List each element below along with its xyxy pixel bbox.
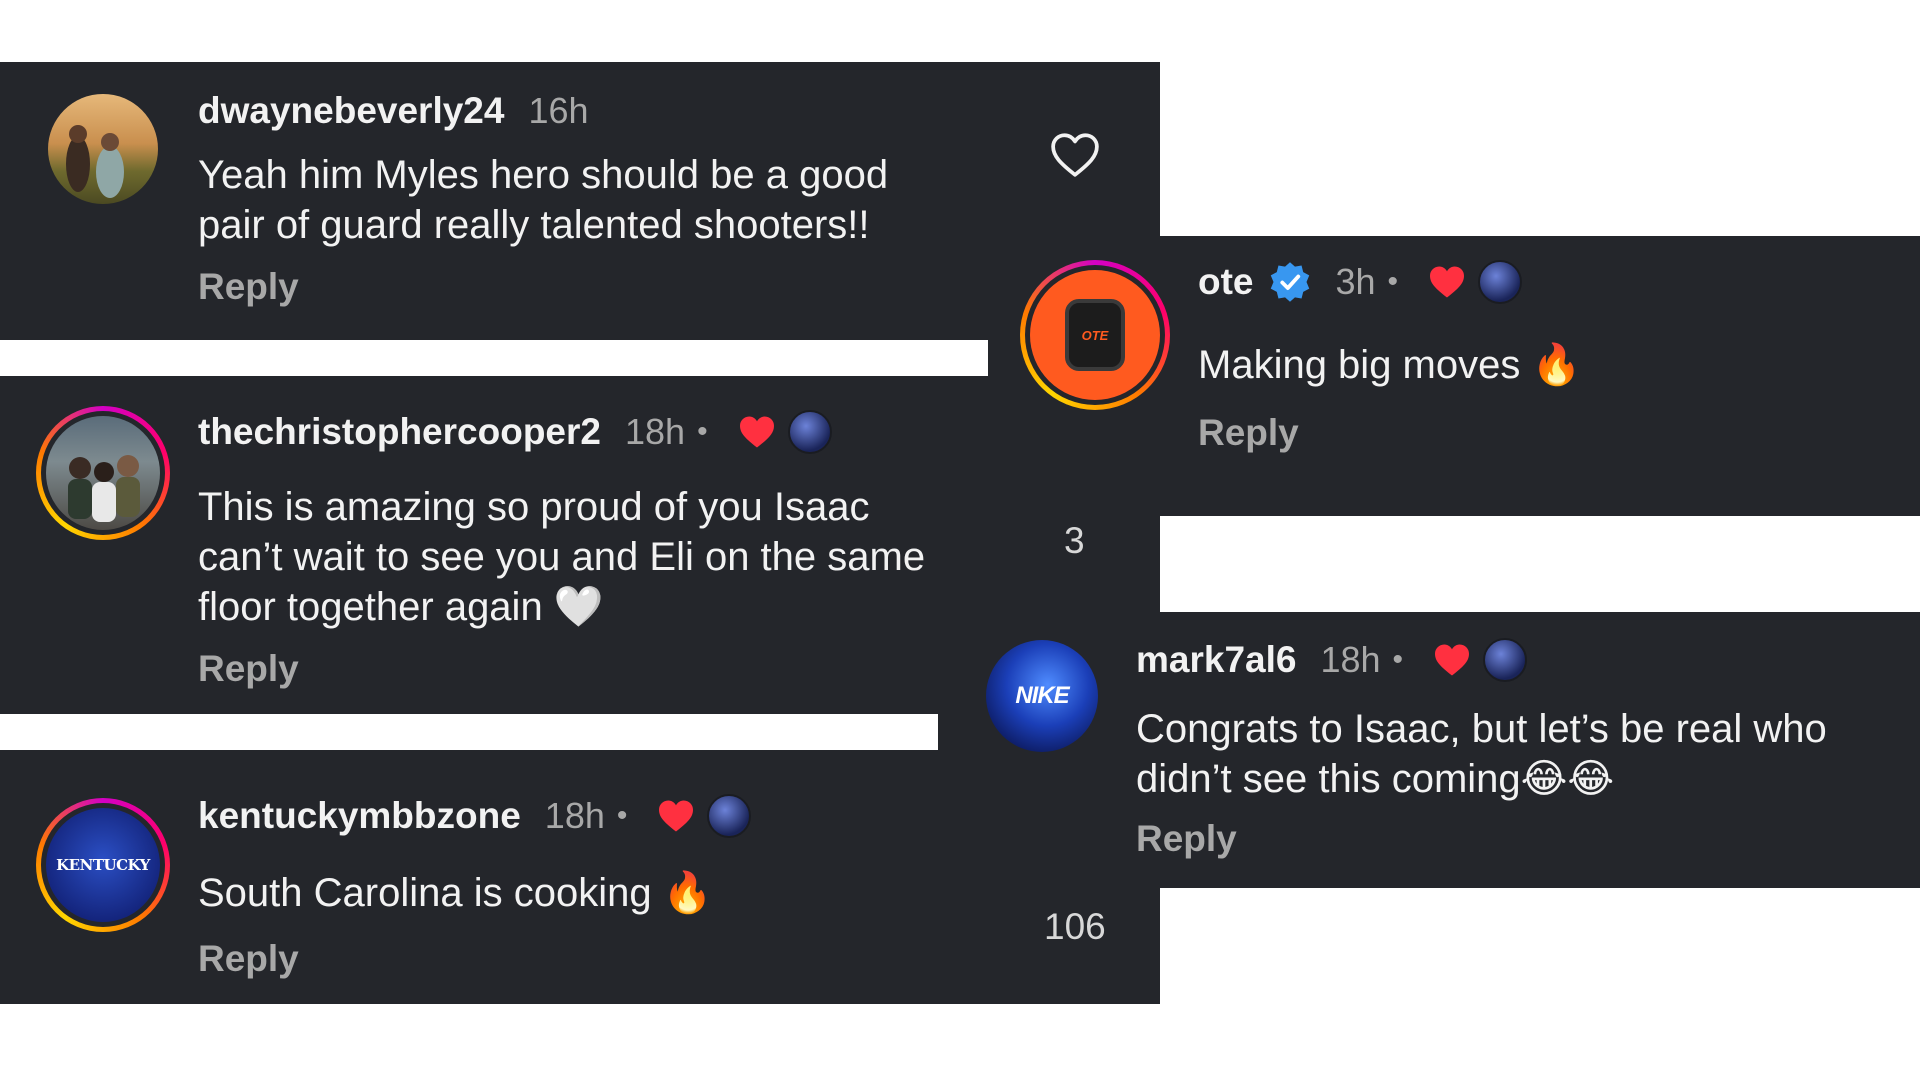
comment-username[interactable]: mark7al6 (1136, 639, 1296, 681)
avatar[interactable]: OTE (1020, 260, 1170, 410)
separator-dot: • (1392, 643, 1404, 676)
separator-dot: • (1387, 265, 1399, 298)
comment-time: 18h (544, 795, 605, 836)
avatar[interactable]: NIKE (986, 640, 1098, 752)
creator-avatar (1483, 638, 1528, 682)
heart-filled-icon (739, 416, 774, 448)
separator-dot: • (697, 415, 708, 448)
separator-dot: • (616, 799, 628, 832)
comment-text-line: Making big moves 🔥 (1198, 343, 1582, 387)
reply-button[interactable]: Reply (198, 938, 299, 980)
comment-username[interactable]: kentuckymbbzone (198, 795, 521, 837)
comment-username[interactable]: thechristophercooper2 (198, 411, 601, 453)
heart-filled-icon (659, 800, 694, 832)
avatar-logo-text: KENTUCKY (56, 856, 150, 874)
reply-button[interactable]: Reply (198, 266, 299, 308)
comment-username[interactable]: ote (1198, 261, 1254, 303)
comment-card-mark7al6: NIKE mark7al6 18h • Congrats to Isaac, b… (938, 612, 1920, 888)
avatar[interactable] (36, 406, 170, 540)
comment-card-ote: OTE ote 3h • Making big moves 🔥 Reply (988, 236, 1920, 516)
comment-text-line: can’t wait to see you and Eli on the sam… (198, 535, 926, 579)
comment-text-line: South Carolina is cooking 🔥 (198, 871, 713, 915)
creator-avatar (1478, 260, 1523, 304)
heart-filled-icon (1435, 644, 1470, 676)
avatar[interactable]: KENTUCKY (36, 798, 170, 932)
comment-text-line: This is amazing so proud of you Isaac (198, 485, 870, 529)
verified-badge-icon (1270, 262, 1309, 302)
heart-outline-icon[interactable] (1050, 132, 1100, 178)
reply-button[interactable]: Reply (198, 648, 299, 690)
creator-avatar (787, 410, 832, 454)
avatar[interactable] (48, 94, 158, 204)
reply-button[interactable]: Reply (1136, 818, 1237, 860)
comment-username[interactable]: dwaynebeverly24 (198, 90, 504, 132)
like-count: 106 (1044, 906, 1106, 947)
comment-text: Making big moves 🔥 (1198, 340, 1581, 390)
heart-filled-icon (1430, 266, 1465, 298)
avatar-logo-text: OTE (1081, 327, 1109, 343)
comment-text: Congrats to Isaac, but let’s be real who… (1136, 704, 1827, 804)
comment-text-line: Congrats to Isaac, but let’s be real who (1136, 707, 1827, 751)
comment-text: Yeah him Myles hero should be a good pai… (198, 150, 888, 250)
comment-card-dwaynebeverly24: dwaynebeverly24 16h Yeah him Myles hero … (0, 62, 1160, 340)
comment-text: South Carolina is cooking 🔥 (198, 868, 713, 918)
comment-text-line: floor together again 🤍 (198, 585, 604, 629)
comment-time: 3h (1335, 261, 1376, 302)
comment-text-line: Yeah him Myles hero should be a good (198, 153, 889, 197)
comment-time: 16h (528, 90, 589, 131)
comment-text-line: didn’t see this coming😂😂 (1136, 757, 1615, 801)
reply-button[interactable]: Reply (1198, 412, 1299, 454)
comment-time: 18h (624, 411, 686, 452)
comment-text-line: pair of guard really talented shooters!! (198, 203, 870, 247)
comment-text: This is amazing so proud of you Isaac ca… (198, 482, 925, 632)
like-count: 3 (1064, 520, 1085, 561)
comment-time: 18h (1320, 639, 1381, 680)
creator-avatar (707, 794, 752, 838)
avatar-logo-text: NIKE (1015, 682, 1069, 709)
